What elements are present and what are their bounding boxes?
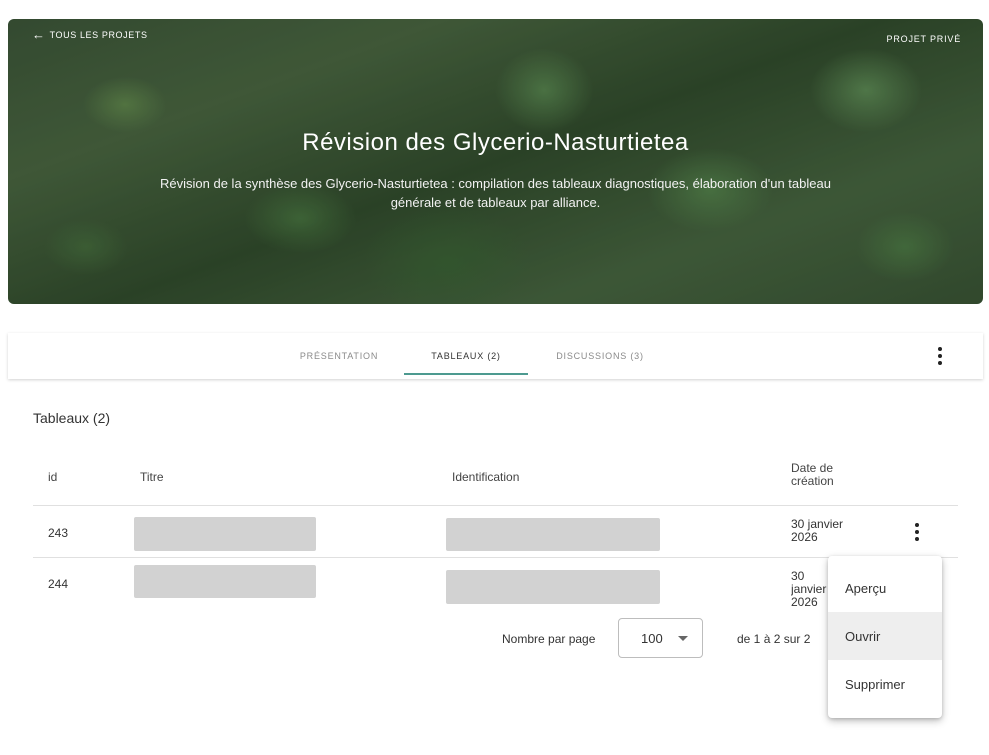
title-placeholder	[134, 565, 316, 598]
back-to-projects-link[interactable]: ← TOUS LES PROJETS	[32, 28, 148, 41]
privacy-label: PROJET PRIVÉ	[886, 34, 961, 44]
column-header-id[interactable]: id	[48, 470, 57, 484]
tab-tableaux[interactable]: TABLEAUX (2)	[404, 333, 528, 379]
per-page-value: 100	[641, 631, 663, 646]
row-context-menu: Aperçu Ouvrir Supprimer	[828, 556, 942, 718]
column-header-identification[interactable]: Identification	[452, 470, 519, 484]
caret-down-icon	[678, 636, 688, 641]
menu-item-apercu[interactable]: Aperçu	[828, 564, 942, 612]
row-more-vert-icon[interactable]	[910, 521, 924, 543]
section-title: Tableaux (2)	[33, 410, 111, 426]
more-vert-icon[interactable]	[933, 345, 947, 367]
column-header-date[interactable]: Date de création	[791, 462, 861, 488]
title-placeholder	[134, 517, 316, 551]
column-header-titre[interactable]: Titre	[140, 470, 164, 484]
pagination-range: de 1 à 2 sur 2	[737, 632, 811, 646]
row-id: 243	[48, 526, 69, 540]
menu-item-supprimer[interactable]: Supprimer	[828, 660, 942, 708]
project-description: Révision de la synthèse des Glycerio-Nas…	[160, 176, 831, 210]
arrow-left-icon: ←	[32, 27, 46, 42]
per-page-select[interactable]: 100	[618, 618, 703, 658]
project-title: Révision des Glycerio-Nasturtietea	[302, 129, 689, 156]
row-date: 30 janvier 2026	[791, 517, 844, 544]
header-divider	[33, 505, 958, 506]
per-page-label: Nombre par page	[502, 632, 596, 646]
row-date: 30 janvier 2026	[791, 570, 827, 609]
project-banner: ← TOUS LES PROJETS PROJET PRIVÉ Révision…	[8, 19, 983, 304]
row-divider	[33, 557, 958, 558]
identification-placeholder	[446, 518, 660, 551]
tabs-bar: PRÉSENTATION TABLEAUX (2) DISCUSSIONS (3…	[8, 333, 983, 379]
back-link-label: TOUS LES PROJETS	[49, 29, 148, 40]
menu-item-ouvrir[interactable]: Ouvrir	[828, 612, 942, 660]
tab-presentation[interactable]: PRÉSENTATION	[274, 333, 404, 379]
identification-placeholder	[446, 570, 660, 604]
row-id: 244	[48, 577, 69, 591]
tab-discussions[interactable]: DISCUSSIONS (3)	[530, 333, 670, 379]
